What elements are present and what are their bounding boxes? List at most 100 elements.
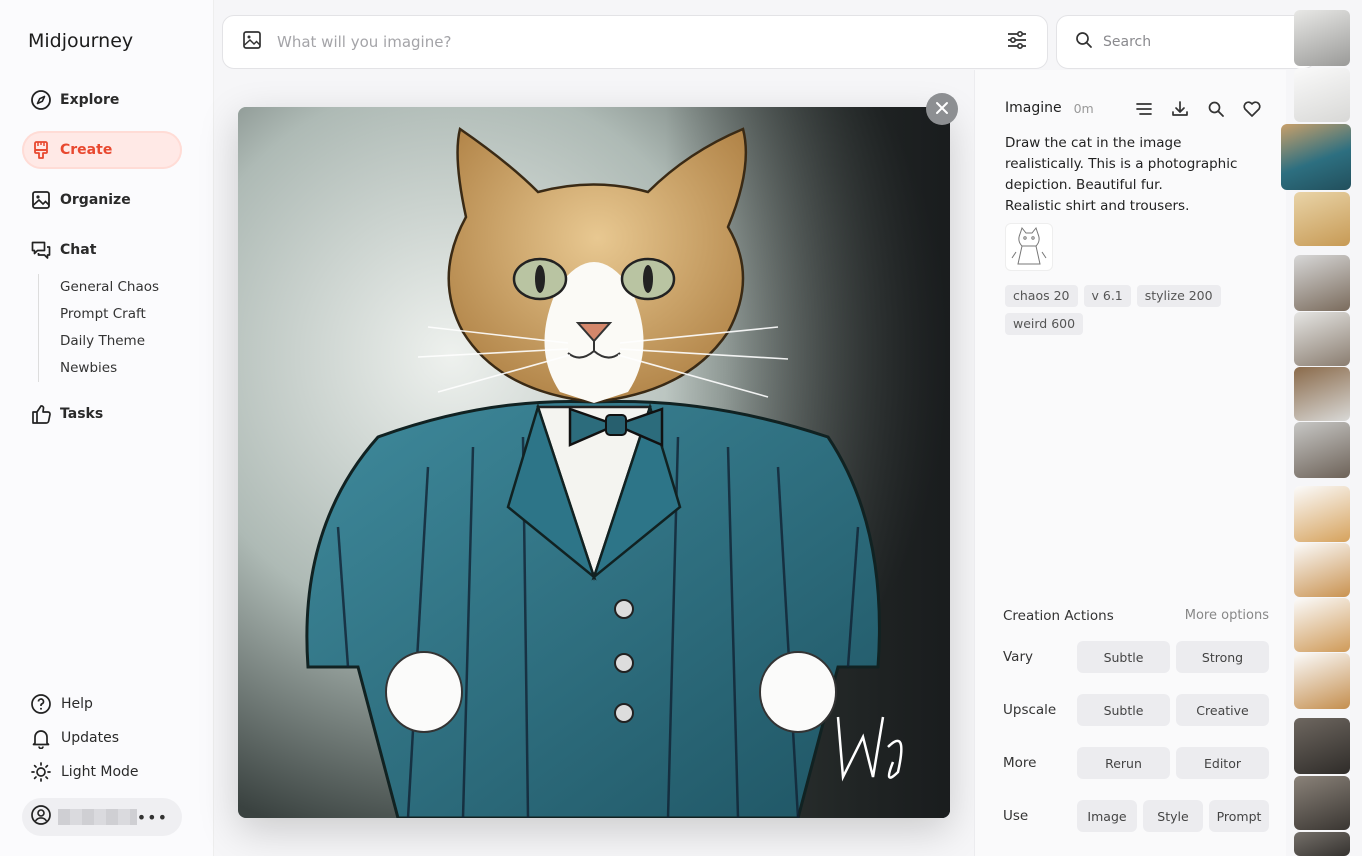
editor-button[interactable]: Editor (1176, 747, 1269, 779)
action-label: Vary (1003, 649, 1033, 665)
nav-label: Explore (60, 92, 120, 108)
prompt-line: Draw the cat in the image (1005, 135, 1182, 151)
search-bar[interactable]: Search (1056, 15, 1316, 69)
help-label: Help (61, 696, 93, 712)
job-type: Imagine (1005, 100, 1062, 116)
action-row-more: More Rerun Editor (1003, 747, 1269, 779)
job-time: 0m (1073, 100, 1094, 116)
nav-label: Tasks (60, 406, 104, 422)
updates-label: Updates (61, 730, 119, 746)
compass-icon (30, 89, 52, 111)
menu-lines-icon[interactable] (1133, 98, 1155, 120)
parameter-chips: chaos 20 v 6.1 stylize 200 weird 600 (1005, 285, 1265, 335)
chat-room-newbies[interactable]: Newbies (60, 355, 159, 382)
sidebar: Midjourney Explore Create Organize Chat … (0, 0, 214, 856)
history-thumbnail[interactable] (1281, 124, 1351, 190)
history-thumbnail[interactable] (1294, 312, 1350, 366)
history-thumbnail[interactable] (1294, 10, 1350, 66)
chat-room-general-chaos[interactable]: General Chaos (60, 274, 159, 301)
history-thumbnail[interactable] (1294, 718, 1350, 774)
search-input[interactable]: Search (1103, 34, 1151, 50)
light-mode-toggle[interactable]: Light Mode (30, 761, 139, 783)
nav-tasks[interactable]: Tasks (22, 395, 182, 433)
paintbrush-icon (30, 139, 52, 161)
nav-explore[interactable]: Explore (22, 81, 182, 119)
cat-in-suit-illustration (238, 107, 950, 818)
sliders-icon[interactable] (1005, 28, 1029, 56)
action-label: Use (1003, 808, 1029, 824)
chat-room-daily-theme[interactable]: Daily Theme (60, 328, 159, 355)
bell-icon (30, 727, 52, 749)
updates-link[interactable]: Updates (30, 727, 119, 749)
upscale-subtle-button[interactable]: Subtle (1077, 694, 1170, 726)
history-thumbnail[interactable] (1294, 598, 1350, 652)
image-icon (30, 189, 52, 211)
reference-image-thumbnail[interactable] (1005, 223, 1053, 271)
prompt-input[interactable]: What will you imagine? (277, 33, 1005, 51)
prompt-bar: What will you imagine? (222, 15, 1048, 69)
vary-subtle-button[interactable]: Subtle (1077, 641, 1170, 673)
use-image-button[interactable]: Image (1077, 800, 1137, 832)
param-chip[interactable]: stylize 200 (1136, 285, 1221, 307)
username-redacted (58, 809, 137, 825)
details-header: Imagine 0m (1005, 100, 1094, 116)
close-button[interactable] (926, 93, 958, 125)
use-style-button[interactable]: Style (1143, 800, 1203, 832)
prompt-line: Realistic shirt and trousers. (1005, 198, 1190, 214)
use-prompt-button[interactable]: Prompt (1209, 800, 1269, 832)
history-thumbnail[interactable] (1294, 543, 1350, 597)
param-chip[interactable]: v 6.1 (1083, 285, 1131, 307)
details-panel: Imagine 0m Draw the cat in the image rea… (974, 70, 1286, 856)
prompt-line: realistically. This is a photographic (1005, 156, 1238, 172)
nav-label: Chat (60, 242, 97, 258)
action-row-upscale: Upscale Subtle Creative (1003, 694, 1269, 726)
history-thumbnail[interactable] (1294, 776, 1350, 830)
chat-icon (30, 239, 52, 261)
heart-icon[interactable] (1241, 98, 1263, 120)
vary-strong-button[interactable]: Strong (1176, 641, 1269, 673)
history-thumbnail[interactable] (1294, 192, 1350, 246)
action-row-use: Use Image Style Prompt (1003, 800, 1269, 832)
light-mode-label: Light Mode (61, 764, 139, 780)
creation-actions-title: Creation Actions (1003, 608, 1114, 624)
action-label: More (1003, 755, 1037, 771)
action-label: Upscale (1003, 702, 1057, 718)
more-options-link[interactable]: More options (1185, 608, 1269, 624)
nav-create[interactable]: Create (22, 131, 182, 169)
download-icon[interactable] (1169, 98, 1191, 120)
prompt-line: depiction. Beautiful fur. (1005, 177, 1163, 193)
image-upload-icon[interactable] (241, 29, 263, 55)
avatar-icon (30, 804, 52, 830)
history-thumbnail[interactable] (1294, 255, 1350, 311)
user-more-button[interactable]: ••• (137, 808, 168, 827)
brand-logo[interactable]: Midjourney (28, 30, 133, 52)
generated-image[interactable] (238, 107, 950, 818)
history-thumbnail[interactable] (1294, 653, 1350, 709)
sun-icon (30, 761, 52, 783)
creation-actions-header: Creation Actions More options (1003, 608, 1269, 624)
history-thumbnail[interactable] (1294, 832, 1350, 856)
details-toolbar (1133, 98, 1263, 120)
param-chip[interactable]: weird 600 (1005, 313, 1084, 335)
param-chip[interactable]: chaos 20 (1005, 285, 1078, 307)
history-thumbnail[interactable] (1294, 486, 1350, 542)
search-icon (1075, 31, 1093, 53)
thumbs-up-icon (30, 403, 52, 425)
user-menu[interactable]: ••• (22, 798, 182, 836)
nav-label: Create (60, 142, 113, 158)
prompt-text: Draw the cat in the image realistically.… (1005, 133, 1265, 217)
nav-label: Organize (60, 192, 131, 208)
nav-organize[interactable]: Organize (22, 181, 182, 219)
history-thumbnail[interactable] (1294, 68, 1350, 122)
history-thumbnail[interactable] (1294, 367, 1350, 421)
history-thumbnail[interactable] (1294, 422, 1350, 478)
upscale-creative-button[interactable]: Creative (1176, 694, 1269, 726)
rerun-button[interactable]: Rerun (1077, 747, 1170, 779)
action-row-vary: Vary Subtle Strong (1003, 641, 1269, 673)
chat-room-prompt-craft[interactable]: Prompt Craft (60, 301, 159, 328)
history-thumbnail-strip (1281, 0, 1362, 856)
nav-chat[interactable]: Chat (22, 231, 182, 269)
chat-room-list: General Chaos Prompt Craft Daily Theme N… (38, 274, 159, 382)
search-similar-icon[interactable] (1205, 98, 1227, 120)
help-link[interactable]: Help (30, 693, 93, 715)
